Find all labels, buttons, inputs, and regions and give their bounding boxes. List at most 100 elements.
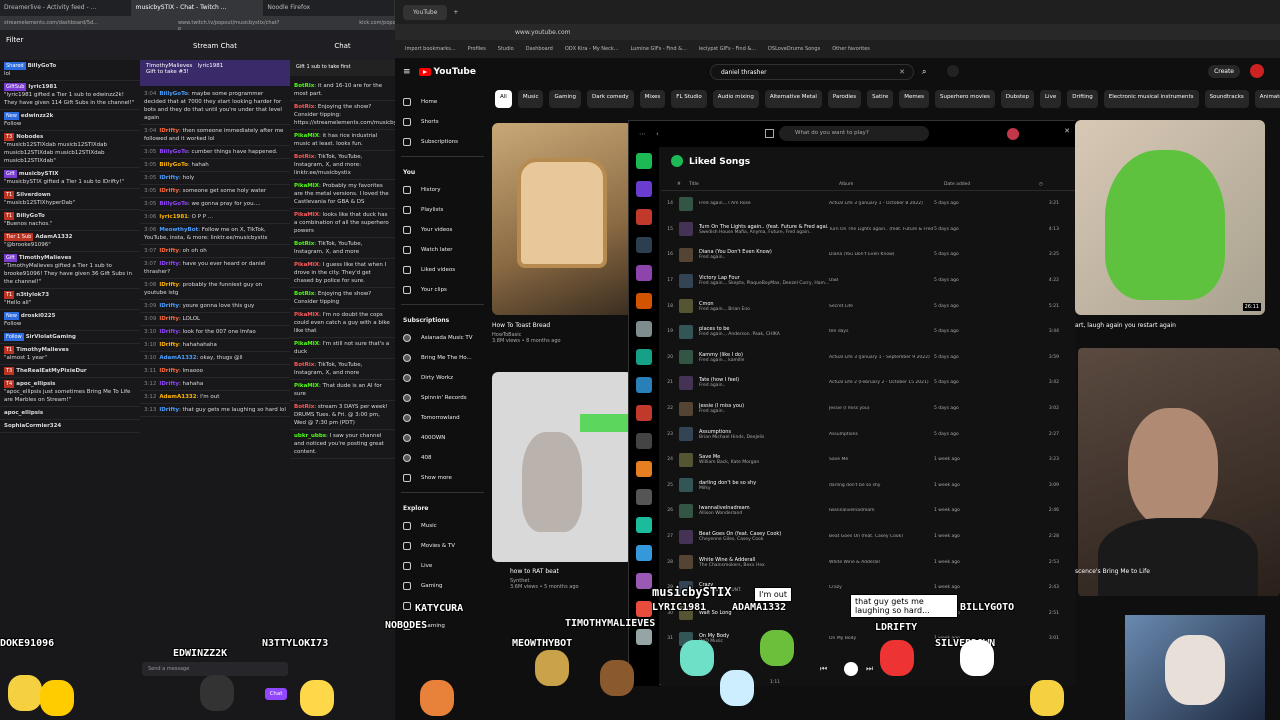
sidebar-item[interactable]: Your clips bbox=[395, 280, 490, 300]
chat-username[interactable]: lDrifty bbox=[159, 329, 179, 335]
kick-username[interactable]: BotRix bbox=[294, 83, 314, 89]
kick-username[interactable]: PikaMIX bbox=[294, 341, 319, 347]
track-album[interactable]: Beat Goes On (feat. Casey Cook) bbox=[829, 534, 934, 539]
library-cover-icon[interactable] bbox=[636, 153, 652, 169]
library-cover-icon[interactable] bbox=[636, 237, 652, 253]
activity-item[interactable]: GiftSub lyric1981 "lyric1981 gifted a Tier… bbox=[0, 81, 140, 110]
chat-input[interactable]: Send a message bbox=[142, 662, 288, 676]
activity-item[interactable]: T1 Silverdown "musicb12STIXhyperDab" bbox=[0, 189, 140, 210]
filter-chip[interactable]: Mixes bbox=[639, 90, 666, 108]
video-thumbnail-rat[interactable] bbox=[492, 372, 632, 562]
kick-username[interactable]: PikaMIX bbox=[294, 133, 319, 139]
chat-username[interactable]: AdamA1332 bbox=[159, 394, 196, 400]
library-cover-icon[interactable] bbox=[636, 377, 652, 393]
filter-chip[interactable]: Dubstep bbox=[1000, 90, 1034, 108]
col-album[interactable]: Album bbox=[839, 182, 944, 190]
library-cover-icon[interactable] bbox=[636, 433, 652, 449]
yt-browser-tab[interactable]: YouTube bbox=[403, 4, 448, 20]
prev-icon[interactable]: ⏮ bbox=[820, 664, 827, 674]
chat-username[interactable]: BillyGoTo bbox=[159, 91, 188, 97]
track-row[interactable]: 22 Jessie (I miss you) Fred again.. Jessie … bbox=[661, 396, 1076, 422]
track-album[interactable]: Actual Life 3 (January 1 - September 9 2… bbox=[829, 355, 934, 360]
activity-item[interactable]: New droski0225 Follow bbox=[0, 310, 140, 331]
filter-chip[interactable]: Dark comedy bbox=[586, 90, 634, 108]
activity-item[interactable]: T3 TheRealEatMyPixieDur bbox=[0, 365, 140, 378]
chat-username[interactable]: lDrifty bbox=[159, 303, 179, 309]
library-cover-icon[interactable] bbox=[636, 461, 652, 477]
kick-username[interactable]: PikaMIX bbox=[294, 262, 319, 268]
track-row[interactable]: 21 Tate (how I feel) Fred again.. Actual Li… bbox=[661, 370, 1076, 396]
track-row[interactable]: 27 Beat Goes On (feat. Casey Cook) Cheyenn… bbox=[661, 524, 1076, 550]
filter-chip[interactable]: FL Studio bbox=[671, 90, 707, 108]
chat-username[interactable]: lDrifty bbox=[159, 381, 179, 387]
activity-item[interactable]: New edwinzz2k Follow bbox=[0, 110, 140, 131]
track-row[interactable]: 26 Iwannalivelnadream Allison Wonderland Iw… bbox=[661, 498, 1076, 524]
filter-chip[interactable]: All bbox=[495, 90, 512, 108]
sidebar-item[interactable]: Movies & TV bbox=[395, 536, 490, 556]
video-card-rat[interactable]: how to RAT beat Synthet 3.6M views • 5 m… bbox=[510, 568, 630, 590]
track-row[interactable]: 17 Victory Lap Four Fred again.., Skepta, … bbox=[661, 268, 1076, 294]
sidebar-item[interactable]: Asianada Music TV bbox=[395, 328, 490, 348]
show-more-button[interactable]: Show more bbox=[395, 468, 490, 488]
filter-chip[interactable]: Live bbox=[1039, 90, 1062, 108]
kick-username[interactable]: BotRix bbox=[294, 241, 314, 247]
bookmark-item[interactable]: Dashboard bbox=[526, 46, 553, 58]
kick-username[interactable]: PikaMIX bbox=[294, 383, 319, 389]
address-bar-1[interactable]: streamelements.com/dashboard/5d... bbox=[4, 20, 98, 30]
chat-username[interactable]: MeowthyBot bbox=[159, 227, 198, 233]
filter-chip[interactable]: Memes bbox=[899, 90, 929, 108]
kick-username[interactable]: PikaMIX bbox=[294, 183, 319, 189]
track-row[interactable]: 15 Turn On The Lights again.. (feat. Futu… bbox=[661, 217, 1076, 243]
sidebar-item[interactable]: Subscriptions bbox=[395, 132, 490, 152]
track-album[interactable]: Actual Life 2 (February 2 - October 15 2… bbox=[829, 380, 934, 385]
library-cover-icon[interactable] bbox=[636, 517, 652, 533]
bookmark-item[interactable]: Other favorites bbox=[832, 46, 870, 58]
video-thumbnail-toast[interactable] bbox=[492, 123, 632, 315]
activity-item[interactable]: T4 apoc_ellipsis "apoc_ellipsis just somet… bbox=[0, 378, 140, 407]
mic-icon[interactable] bbox=[947, 65, 959, 77]
filter-chip[interactable]: Electronic musical instruments bbox=[1103, 90, 1199, 108]
sidebar-item[interactable]: Learning bbox=[395, 616, 490, 636]
subs-section-title[interactable]: Subscriptions bbox=[395, 309, 490, 328]
library-cover-icon[interactable] bbox=[636, 545, 652, 561]
filter-chip[interactable]: Alternative Metal bbox=[764, 90, 822, 108]
filter-chip[interactable]: Soundtracks bbox=[1204, 90, 1249, 108]
sidebar-item[interactable]: Watch later bbox=[395, 240, 490, 260]
sidebar-item[interactable]: Live bbox=[395, 556, 490, 576]
kick-username[interactable]: PikaMIX bbox=[294, 212, 319, 218]
library-cover-icon[interactable] bbox=[636, 321, 652, 337]
track-album[interactable]: Turn On The Lights again.. (feat. Future… bbox=[829, 227, 934, 232]
bookmark-item[interactable]: Studio bbox=[498, 46, 514, 58]
track-album[interactable]: Secret Life bbox=[829, 304, 934, 309]
chat-username[interactable]: lDrifty bbox=[159, 282, 179, 288]
track-row[interactable]: 20 Kammy (like I do) Fred again.., kamille… bbox=[661, 345, 1076, 371]
chat-username[interactable]: BillyGoTo bbox=[159, 201, 188, 207]
kick-username[interactable]: BotRix bbox=[294, 404, 314, 410]
sidebar-item[interactable]: Home bbox=[395, 92, 490, 112]
next-icon[interactable]: ⏭ bbox=[866, 664, 873, 674]
bookmark-item[interactable]: Lumine GIFs - Find &... bbox=[631, 46, 687, 58]
sidebar-item[interactable]: Playlists bbox=[395, 200, 490, 220]
chat-username[interactable]: BillyGoTo bbox=[159, 162, 188, 168]
address-bar-2[interactable]: www.twitch.tv/popout/musicbystix/chat?p bbox=[178, 20, 279, 32]
new-tab-icon[interactable]: + bbox=[453, 9, 458, 16]
track-album[interactable]: Assumptions bbox=[829, 432, 934, 437]
track-row[interactable]: 25 darling don't be so shy Milky darling do… bbox=[661, 473, 1076, 499]
track-row[interactable]: 31 On My Body DnD Music On My Body 1 week ag… bbox=[661, 626, 1076, 652]
library-cover-icon[interactable] bbox=[636, 601, 652, 617]
chat-send-button[interactable]: Chat bbox=[265, 688, 287, 700]
sidebar-item[interactable]: Tomorrowland bbox=[395, 408, 490, 428]
track-row[interactable]: 28 White Wine & Adderall The Chainsmokers,… bbox=[661, 549, 1076, 575]
track-row[interactable]: 16 Diana (You Don't Even Know) Fred again.… bbox=[661, 242, 1076, 268]
sidebar-item[interactable]: 408 bbox=[395, 448, 490, 468]
track-album[interactable]: Diana (You Don't Even Know) bbox=[829, 252, 934, 257]
account-avatar[interactable] bbox=[1250, 64, 1264, 78]
chat-username[interactable]: lDrifty bbox=[159, 188, 179, 194]
track-album[interactable]: Save Me bbox=[829, 457, 934, 462]
sidebar-item[interactable]: Spinnin' Records bbox=[395, 388, 490, 408]
chat-username[interactable]: AdamA1332 bbox=[159, 355, 196, 361]
library-cover-icon[interactable] bbox=[636, 209, 652, 225]
sidebar-item[interactable]: Liked videos bbox=[395, 260, 490, 280]
sidebar-item[interactable]: History bbox=[395, 180, 490, 200]
filter-chip[interactable]: Animated films bbox=[1254, 90, 1280, 108]
